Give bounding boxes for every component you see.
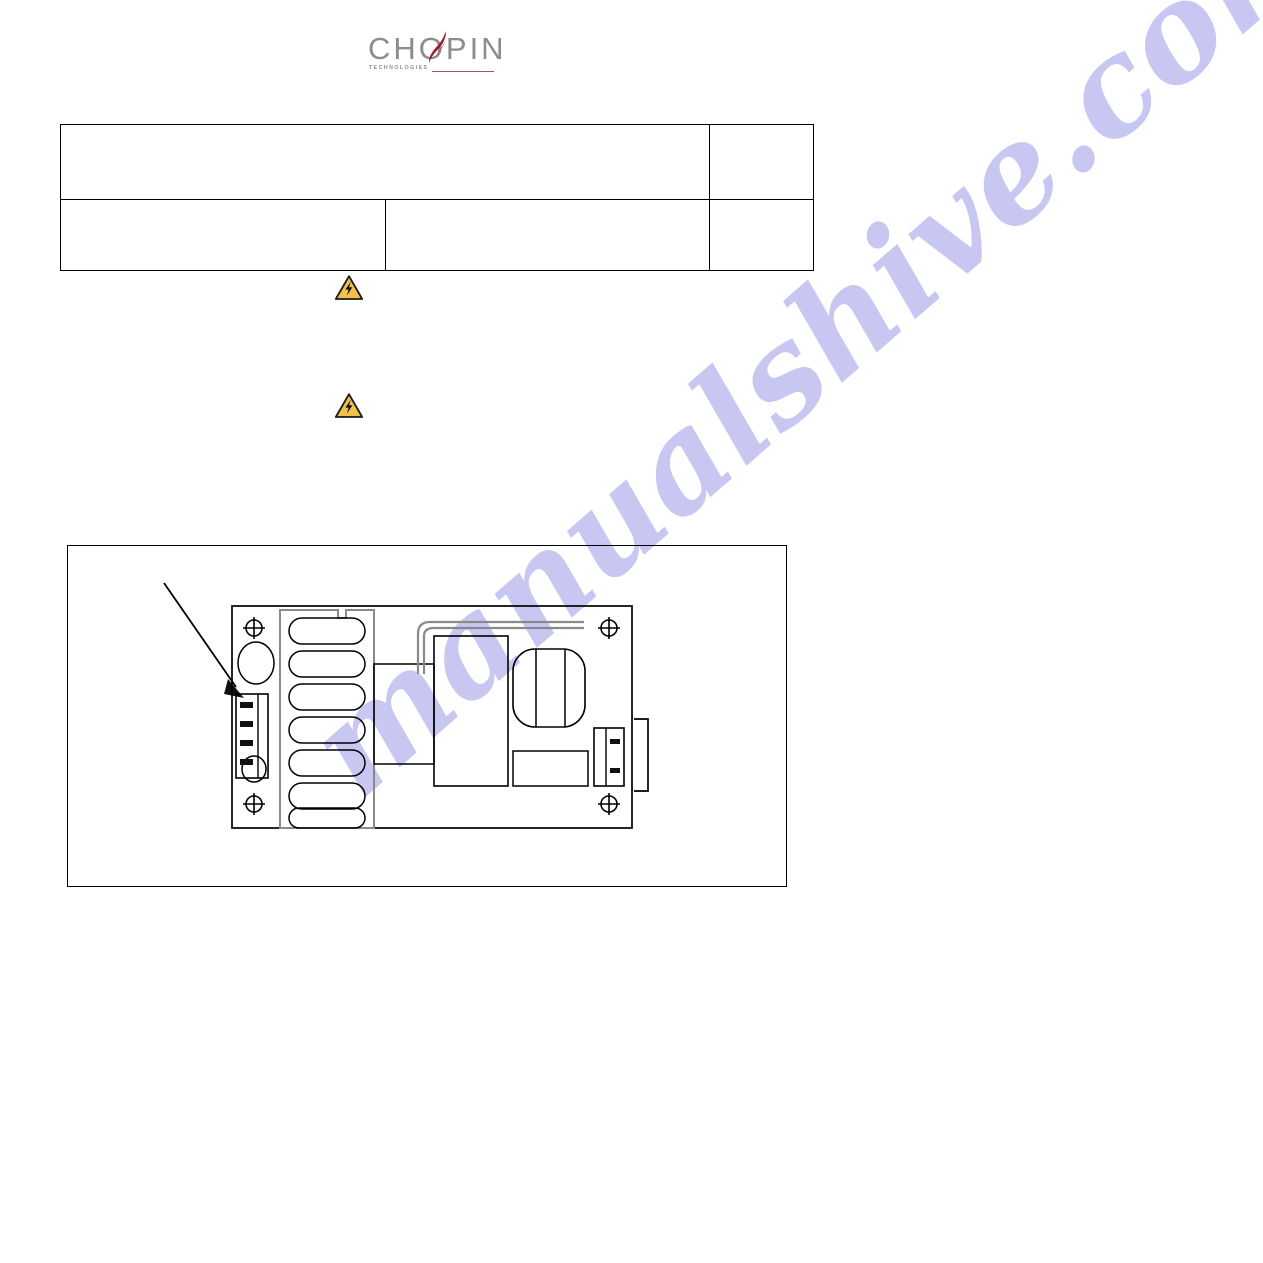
transformer-block: [433, 635, 509, 787]
logo-tagline: TECHNOLOGIES: [369, 65, 429, 71]
figure-frame: [67, 545, 787, 887]
reference-cell: [709, 124, 814, 200]
warning-triangle-lightning-icon: [334, 393, 364, 418]
lower-pad: [512, 750, 589, 787]
rounded-component: [512, 648, 586, 728]
chopin-logo: CHOPIN TECHNOLOGIES: [368, 31, 504, 84]
mounting-hole-bottom-left: [243, 793, 265, 815]
section-title-cell: [384, 199, 710, 271]
electrolytic-capacitor: [237, 641, 275, 685]
logo-rule: [432, 71, 494, 72]
page-number-cell: [709, 199, 814, 271]
mounting-hole-bottom-right: [598, 793, 620, 815]
document-page: manualshive.com CHOPIN TECHNOLOGIES: [0, 0, 1263, 1263]
mounting-hole-top-left: [243, 617, 265, 639]
header-table: [60, 124, 814, 271]
heatsink-fins: [279, 609, 375, 829]
warning-triangle-lightning-icon: [334, 275, 364, 300]
interconnect-pad: [373, 663, 435, 765]
four-pin-connector: [235, 693, 269, 779]
table-row: [60, 199, 814, 271]
mounting-hole-top-right: [598, 617, 620, 639]
power-supply-board-diagram: [163, 582, 649, 829]
terminal-block: [593, 718, 649, 792]
table-row: [60, 124, 814, 200]
title-cell: [60, 124, 710, 200]
section-number-cell: [60, 199, 386, 271]
